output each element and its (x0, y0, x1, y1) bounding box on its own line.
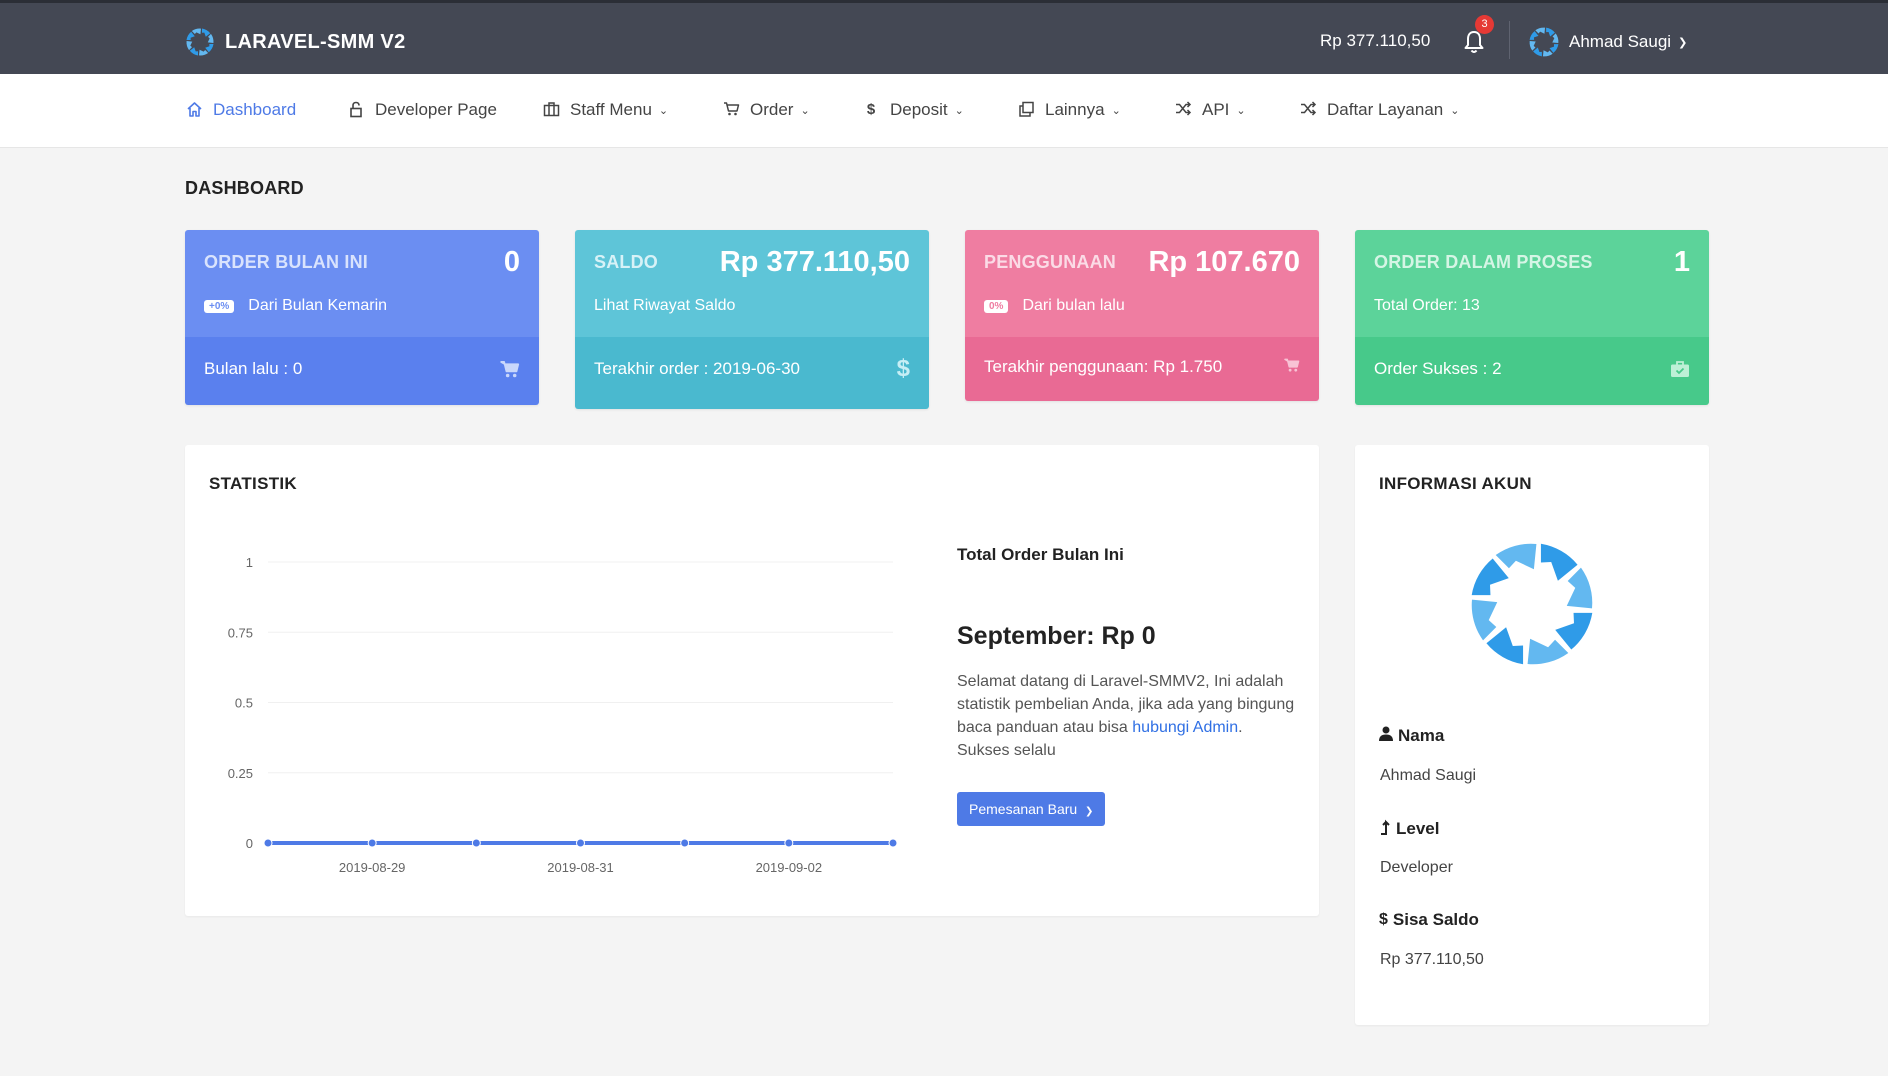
nav-developer-page[interactable]: Developer Page (347, 100, 497, 120)
card-sub: Total Order: 13 (1374, 297, 1480, 314)
brand-name: LARAVEL-SMM V2 (225, 30, 406, 53)
card-footer: Terakhir penggunaan: Rp 1.750 (984, 357, 1223, 376)
cart-icon (1284, 356, 1300, 379)
avatar (1529, 27, 1559, 57)
card-label: ORDER BULAN INI (204, 252, 368, 272)
percent-badge: 0% (984, 299, 1009, 313)
briefcase-icon (1670, 360, 1690, 384)
chevron-down-icon: ⌄ (658, 104, 669, 117)
chevron-down-icon: ⌄ (954, 104, 964, 117)
user-menu[interactable]: Ahmad Saugi ❯ (1528, 26, 1687, 58)
card-order-bulan-ini: ORDER BULAN INI 0 +0% Dari Bulan Kemarin… (185, 230, 539, 405)
user-name: Ahmad Saugi (1569, 32, 1672, 51)
lock-icon (347, 101, 365, 119)
cart-icon (500, 359, 520, 385)
notification-badge: 3 (1475, 15, 1494, 34)
dollar-icon: $ (866, 101, 876, 118)
avatar-large (1471, 543, 1593, 665)
nav-daftar-layanan[interactable]: Daftar Layanan ⌄ (1299, 100, 1459, 120)
stat-month-total: September: Rp 0 (957, 622, 1156, 650)
card-label: PENGGUNAAN (984, 252, 1117, 272)
nav-dashboard-label: Dashboard (213, 100, 297, 119)
dollar-icon: $ (1379, 911, 1388, 928)
top-bar: LARAVEL-SMM V2 Rp 377.110,50 3 Ahmad Sau… (0, 0, 1888, 74)
card-sub: Dari Bulan Kemarin (248, 297, 388, 314)
chevron-down-icon: ⌄ (1450, 104, 1460, 117)
card-sub: Dari bulan lalu (1022, 297, 1125, 314)
card-value: Rp 377.110,50 (719, 246, 910, 278)
chevron-down-icon: ⌄ (1236, 104, 1246, 117)
statistik-title: STATISTIK (209, 474, 298, 493)
card-footer: Bulan lalu : 0 (204, 359, 303, 378)
nav-developer-page-label: Developer Page (375, 100, 497, 119)
chevron-down-icon: ❯ (1678, 36, 1688, 49)
card-order-dalam-proses: ORDER DALAM PROSES 1 Total Order: 13 Ord… (1355, 230, 1709, 405)
nav-staff-menu-label: Staff Menu (570, 100, 652, 119)
card-saldo: SALDO Rp 377.110,50 Lihat Riwayat Saldo … (575, 230, 929, 409)
nama-label: Nama (1379, 726, 1444, 746)
shuffle-icon (1299, 101, 1317, 119)
dollar-icon: $ (896, 355, 910, 382)
chevron-down-icon: ⌄ (800, 104, 810, 117)
nav-lainnya[interactable]: Lainnya ⌄ (1017, 100, 1121, 120)
informasi-akun-title: INFORMASI AKUN (1379, 474, 1532, 493)
user-icon (1379, 726, 1393, 746)
pemesanan-baru-button[interactable]: Pemesanan Baru ❯ (957, 792, 1106, 826)
chevron-down-icon: ⌄ (1111, 104, 1121, 117)
level-up-icon (1379, 818, 1391, 840)
card-value: 0 (503, 246, 520, 278)
sisa-saldo-label: $ Sisa Saldo (1379, 910, 1479, 929)
level-label: Level (1379, 818, 1439, 840)
nama-value: Ahmad Saugi (1380, 767, 1477, 784)
riwayat-saldo-link[interactable]: Lihat Riwayat Saldo (594, 297, 735, 315)
nav-order[interactable]: Order ⌄ (722, 100, 810, 120)
nav-lainnya-label: Lainnya (1045, 100, 1105, 119)
page-title: DASHBOARD (185, 178, 304, 198)
sisa-saldo-value: Rp 377.110,50 (1380, 951, 1484, 968)
nav-deposit[interactable]: $ Deposit ⌄ (862, 100, 964, 120)
hubungi-admin-link[interactable]: hubungi Admin (1132, 719, 1238, 736)
nav-order-label: Order (750, 100, 794, 119)
nav-api[interactable]: API ⌄ (1174, 100, 1246, 120)
stat-heading: Total Order Bulan Ini (957, 545, 1124, 564)
divider (1509, 21, 1510, 59)
card-label: ORDER DALAM PROSES (1374, 252, 1593, 272)
pinwheel-logo-icon (186, 28, 214, 56)
percent-badge: +0% (204, 299, 235, 313)
briefcase-icon (542, 101, 560, 119)
card-footer: Terakhir order : 2019-06-30 (594, 359, 801, 378)
nav-api-label: API (1202, 100, 1230, 119)
cart-icon (722, 101, 740, 119)
chevron-right-icon: ❯ (1084, 806, 1094, 817)
nav-dashboard[interactable]: Dashboard (185, 100, 296, 120)
brand[interactable]: LARAVEL-SMM V2 (185, 27, 406, 57)
nav-daftar-layanan-label: Daftar Layanan (1327, 100, 1444, 119)
shuffle-icon (1174, 101, 1192, 119)
card-value: 1 (1673, 246, 1690, 278)
stat-description: Selamat datang di Laravel-SMMV2, Ini ada… (957, 673, 1295, 759)
home-icon (185, 101, 203, 119)
top-saldo: Rp 377.110,50 (1320, 31, 1431, 50)
copy-icon (1017, 101, 1035, 119)
nav-staff-menu[interactable]: Staff Menu ⌄ (542, 100, 668, 120)
nav-deposit-label: Deposit (890, 100, 948, 119)
level-value: Developer (1380, 859, 1453, 876)
main-nav: Dashboard Developer Page Staff Menu ⌄ Or… (0, 74, 1888, 148)
card-value: Rp 107.670 (1148, 246, 1300, 278)
card-penggunaan: PENGGUNAAN Rp 107.670 0% Dari bulan lalu… (965, 230, 1319, 401)
card-label: SALDO (594, 252, 658, 272)
card-footer: Order Sukses : 2 (1374, 359, 1502, 378)
